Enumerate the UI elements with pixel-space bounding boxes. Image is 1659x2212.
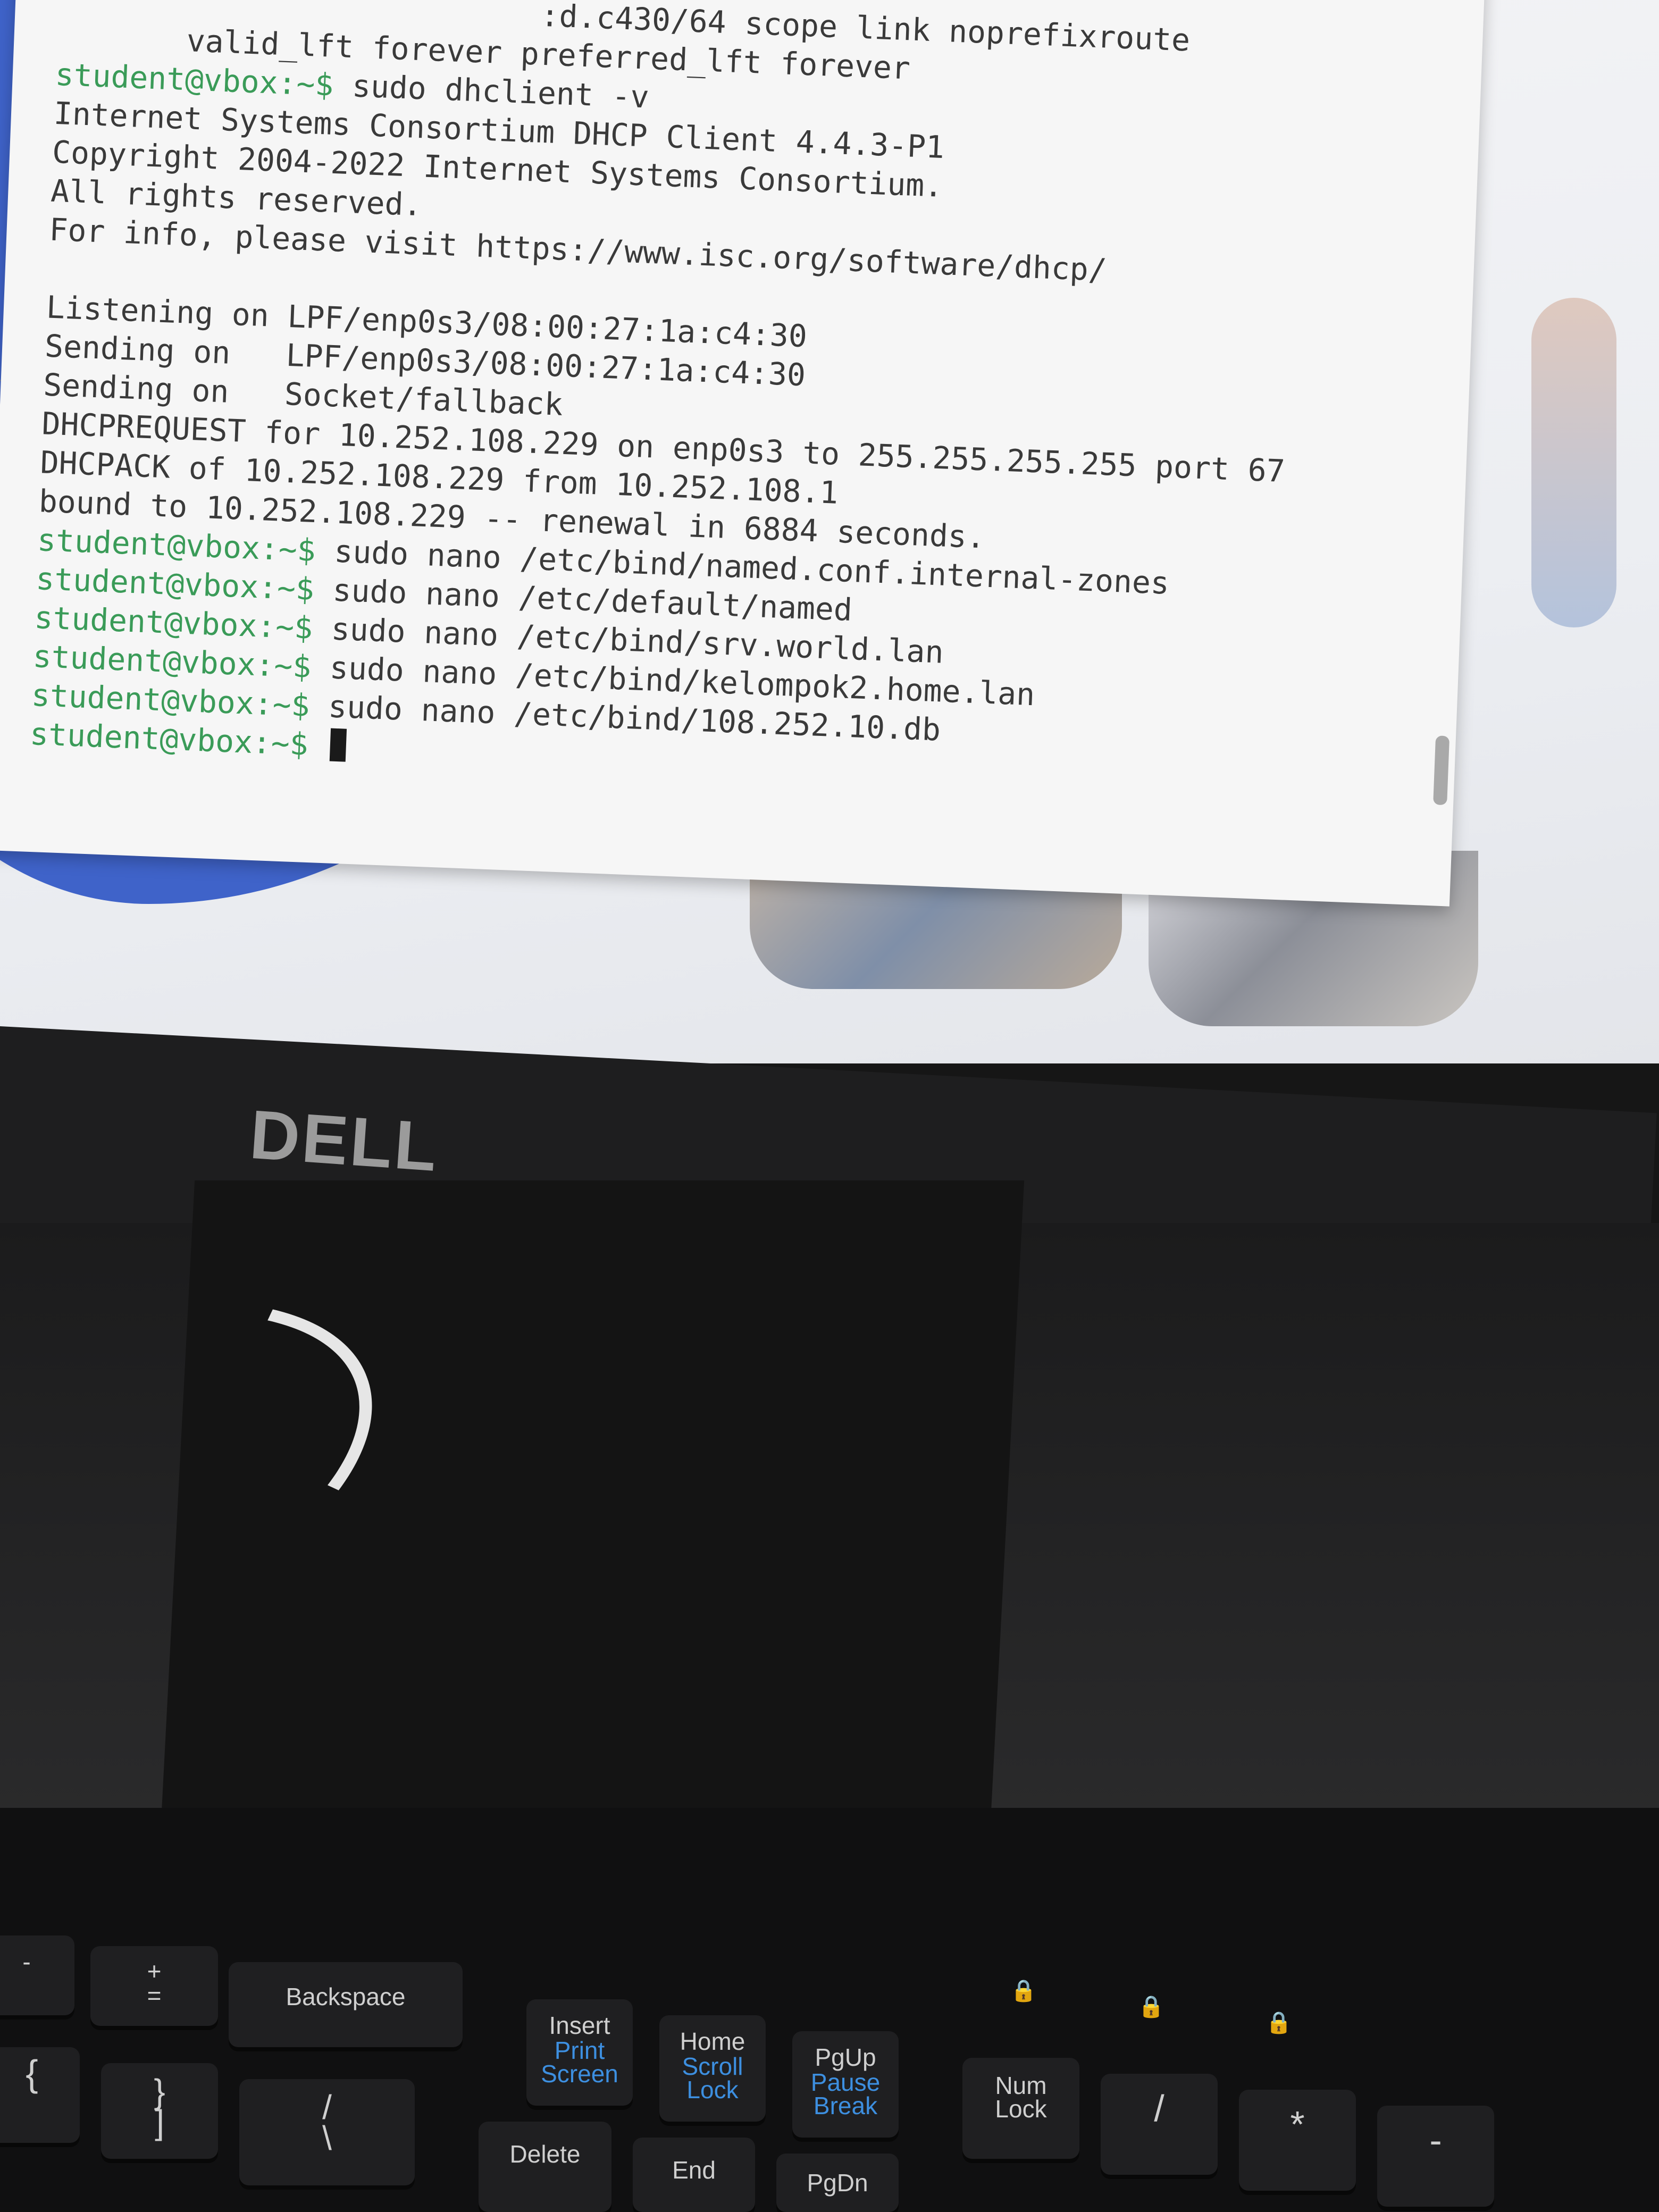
key-plus-equals[interactable]: + = xyxy=(90,1946,218,2026)
shell-command xyxy=(307,726,328,763)
key-backspace[interactable]: Backspace xyxy=(229,1962,463,2047)
key-delete[interactable]: Delete xyxy=(479,2122,611,2212)
key-num-minus[interactable]: - xyxy=(1377,2106,1494,2207)
key-num-asterisk[interactable]: * xyxy=(1239,2090,1356,2191)
key-brace-open[interactable]: { xyxy=(0,2047,80,2143)
terminal-scrollbar[interactable] xyxy=(1433,735,1450,806)
key-pgup[interactable]: PgUp Pause Break xyxy=(792,2031,899,2138)
key-num-lock[interactable]: Num Lock xyxy=(962,2058,1079,2159)
key-minus[interactable]: - xyxy=(0,1936,74,2015)
dell-logo: DELL xyxy=(247,1095,442,1186)
num-lock-led-icon: 🔒 xyxy=(1010,1979,1037,2003)
monitor-stand xyxy=(156,1180,1025,1914)
terminal-output[interactable]: :d.c430/64 scope link noprefixroute vali… xyxy=(29,0,1302,801)
key-pgdn[interactable]: PgDn xyxy=(776,2154,899,2212)
scroll-lock-led-icon: 🔒 xyxy=(1266,2010,1292,2035)
terminal-window[interactable]: :d.c430/64 scope link noprefixroute vali… xyxy=(0,0,1488,907)
caps-lock-led-icon: 🔒 xyxy=(1138,1995,1164,2019)
key-num-slash[interactable]: / xyxy=(1101,2074,1218,2175)
key-backslash[interactable]: / \ xyxy=(239,2079,415,2185)
key-brace-close[interactable]: } ] xyxy=(101,2063,218,2159)
background-photo-side xyxy=(1531,298,1616,627)
key-insert[interactable]: Insert Print Screen xyxy=(526,1999,633,2106)
key-end[interactable]: End xyxy=(633,2138,755,2212)
text-cursor xyxy=(329,728,347,762)
monitor-screen: VW :d.c430/64 scope link noprefixroute v… xyxy=(0,0,1659,1063)
key-home[interactable]: Home Scroll Lock xyxy=(659,2015,766,2122)
